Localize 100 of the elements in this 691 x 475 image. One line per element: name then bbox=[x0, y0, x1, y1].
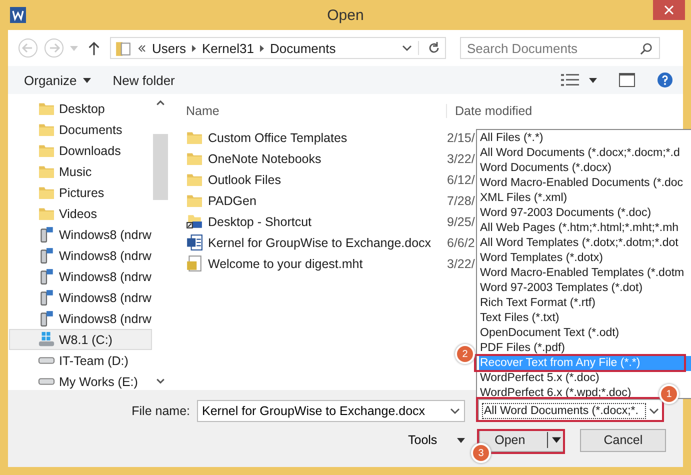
sidebar-item[interactable]: W8.1 (C:) bbox=[9, 329, 152, 350]
view-options-icon[interactable] bbox=[561, 74, 579, 86]
sidebar-item[interactable]: My Works (E:) bbox=[9, 371, 152, 392]
sidebar-label: W8.1 (C:) bbox=[59, 332, 112, 346]
file-type-option[interactable]: Word 97-2003 Templates (*.dot) bbox=[479, 281, 643, 296]
date-cell: 7/28/ bbox=[446, 194, 475, 208]
refresh-icon[interactable] bbox=[418, 41, 441, 55]
preview-pane-icon[interactable] bbox=[619, 72, 635, 88]
sidebar-item[interactable]: Desktop bbox=[9, 98, 152, 119]
file-name: PADGen bbox=[208, 194, 256, 208]
file-item[interactable]: PADGen bbox=[178, 192, 446, 209]
breadcrumb[interactable]: Documents bbox=[270, 40, 336, 56]
date-cell: 6/6/2 bbox=[446, 236, 475, 250]
scroll-up-icon[interactable] bbox=[156, 100, 166, 106]
sidebar-item[interactable]: Pictures bbox=[9, 182, 152, 203]
file-name: OneNote Notebooks bbox=[208, 152, 322, 166]
breadcrumb[interactable]: Kernel31 bbox=[202, 40, 254, 56]
up-arrow-icon[interactable] bbox=[88, 40, 100, 56]
system-drive-icon bbox=[38, 331, 55, 348]
new-folder-button[interactable]: New folder bbox=[112, 72, 175, 88]
cancel-button[interactable]: Cancel bbox=[580, 428, 666, 452]
folder-icon bbox=[186, 171, 203, 188]
tools-button[interactable]: Tools bbox=[408, 433, 466, 447]
file-type-option[interactable]: All Word Templates (*.dotx;*.dotm;*.dot bbox=[479, 236, 678, 251]
sidebar-item[interactable]: Downloads bbox=[9, 140, 152, 161]
help-icon[interactable] bbox=[657, 72, 673, 88]
file-type-option[interactable]: All Files (*.*) bbox=[479, 131, 544, 146]
sidebar-item[interactable]: IT-Team (D:) bbox=[9, 350, 152, 371]
file-type-option[interactable]: PDF Files (*.pdf) bbox=[479, 341, 565, 356]
scroll-down-icon[interactable] bbox=[156, 378, 166, 384]
word-app-icon bbox=[10, 7, 26, 23]
file-type-option[interactable]: Word Templates (*.dotx) bbox=[479, 251, 603, 266]
caret-icon bbox=[457, 438, 466, 442]
file-item[interactable]: Kernel for GroupWise to Exchange.docx bbox=[178, 234, 446, 251]
file-type-option[interactable]: WordPerfect 6.x (*.wpd;*.doc) bbox=[479, 386, 632, 401]
caret-icon bbox=[82, 78, 91, 82]
sidebar-item[interactable]: Windows8 (ndrw bbox=[9, 245, 152, 266]
sidebar-item[interactable]: Windows8 (ndrw bbox=[9, 287, 152, 308]
shortcut-icon bbox=[186, 213, 203, 230]
folder-icon bbox=[38, 184, 55, 201]
search-field[interactable]: Search Documents bbox=[460, 37, 660, 59]
file-type-option[interactable]: Text Files (*.txt) bbox=[479, 311, 560, 326]
dropdown-icon[interactable] bbox=[402, 45, 412, 51]
file-name: Outlook Files bbox=[208, 172, 281, 186]
file-name: Custom Office Templates bbox=[208, 130, 348, 144]
file-name-field[interactable]: Kernel for GroupWise to Exchange.docx bbox=[197, 400, 465, 422]
sidebar-label: Windows8 (ndrw bbox=[59, 228, 152, 242]
file-name: Kernel for GroupWise to Exchange.docx bbox=[208, 236, 432, 250]
sidebar-item[interactable]: Videos bbox=[9, 203, 152, 224]
folder-icon bbox=[115, 40, 132, 56]
column-header[interactable]: Date modified bbox=[446, 104, 532, 118]
column-header[interactable]: Name bbox=[178, 104, 446, 118]
file-type-option[interactable]: WordPerfect 5.x (*.doc) bbox=[479, 371, 600, 386]
sidebar-label: Windows8 (ndrw bbox=[59, 290, 152, 304]
file-type-option[interactable]: All Word Documents (*.docx;*.docm;*.d bbox=[479, 146, 680, 161]
caret-icon bbox=[552, 437, 562, 443]
sidebar-label: IT-Team (D:) bbox=[59, 354, 128, 368]
file-item[interactable]: Outlook Files bbox=[178, 171, 446, 188]
sidebar-label: Desktop bbox=[59, 102, 105, 116]
sidebar-item[interactable]: Windows8 (ndrw bbox=[9, 224, 152, 245]
folder-icon bbox=[186, 150, 203, 167]
folder-icon bbox=[38, 163, 55, 180]
sidebar-item[interactable]: Music bbox=[9, 161, 152, 182]
organize-button[interactable]: Organize bbox=[24, 72, 91, 88]
file-item[interactable]: Welcome to your digest.mht bbox=[178, 255, 446, 272]
file-type-option[interactable]: All Web Pages (*.htm;*.html;*.mht;*.mh bbox=[479, 221, 679, 236]
breadcrumb[interactable]: Users bbox=[152, 40, 186, 56]
sidebar-item[interactable]: Windows8 (ndrw bbox=[9, 308, 152, 329]
file-type-option[interactable]: Word 97-2003 Documents (*.doc) bbox=[479, 206, 652, 221]
close-button[interactable] bbox=[653, 0, 685, 20]
file-type-option[interactable]: Rich Text Format (*.rtf) bbox=[479, 296, 596, 311]
file-item[interactable]: OneNote Notebooks bbox=[178, 150, 446, 167]
separator-icon bbox=[192, 44, 196, 52]
file-type-dropdown[interactable]: All Word Documents (*.docx;*. bbox=[478, 399, 664, 422]
file-item[interactable]: Desktop - Shortcut bbox=[178, 213, 446, 230]
file-type-option[interactable]: Word Macro-Enabled Templates (*.dotm bbox=[479, 266, 684, 281]
dropdown-icon[interactable] bbox=[649, 408, 659, 414]
file-type-option[interactable]: OpenDocument Text (*.odt) bbox=[479, 326, 620, 341]
sidebar-label: Pictures bbox=[59, 186, 104, 200]
dropdown-icon[interactable] bbox=[450, 408, 460, 414]
scroll-thumb[interactable] bbox=[153, 134, 168, 200]
window-title: Open bbox=[327, 6, 364, 24]
network-drive-icon bbox=[38, 268, 55, 285]
sidebar-item[interactable]: Documents bbox=[9, 119, 152, 140]
caret-icon[interactable] bbox=[589, 78, 597, 82]
file-name-label: File name: bbox=[130, 404, 190, 418]
file-type-option[interactable]: Word Macro-Enabled Documents (*.doc bbox=[479, 176, 684, 191]
file-type-option[interactable]: XML Files (*.xml) bbox=[479, 191, 568, 206]
folder-icon bbox=[186, 129, 203, 146]
sidebar-item[interactable]: Windows8 (ndrw bbox=[9, 266, 152, 287]
file-name: Welcome to your digest.mht bbox=[208, 256, 363, 270]
date-cell: 3/22/ bbox=[446, 152, 475, 166]
address-bar[interactable]: Users Kernel31 Documents bbox=[110, 37, 446, 59]
file-type-option[interactable]: Word Documents (*.docx) bbox=[479, 161, 612, 176]
file-name: Desktop - Shortcut bbox=[208, 214, 312, 228]
file-item[interactable]: Custom Office Templates bbox=[178, 129, 446, 146]
folder-icon bbox=[38, 100, 55, 117]
sidebar-label: Windows8 (ndrw bbox=[59, 312, 152, 326]
date-cell: 6/12/ bbox=[446, 172, 475, 186]
double-chevron-icon[interactable] bbox=[138, 44, 146, 52]
